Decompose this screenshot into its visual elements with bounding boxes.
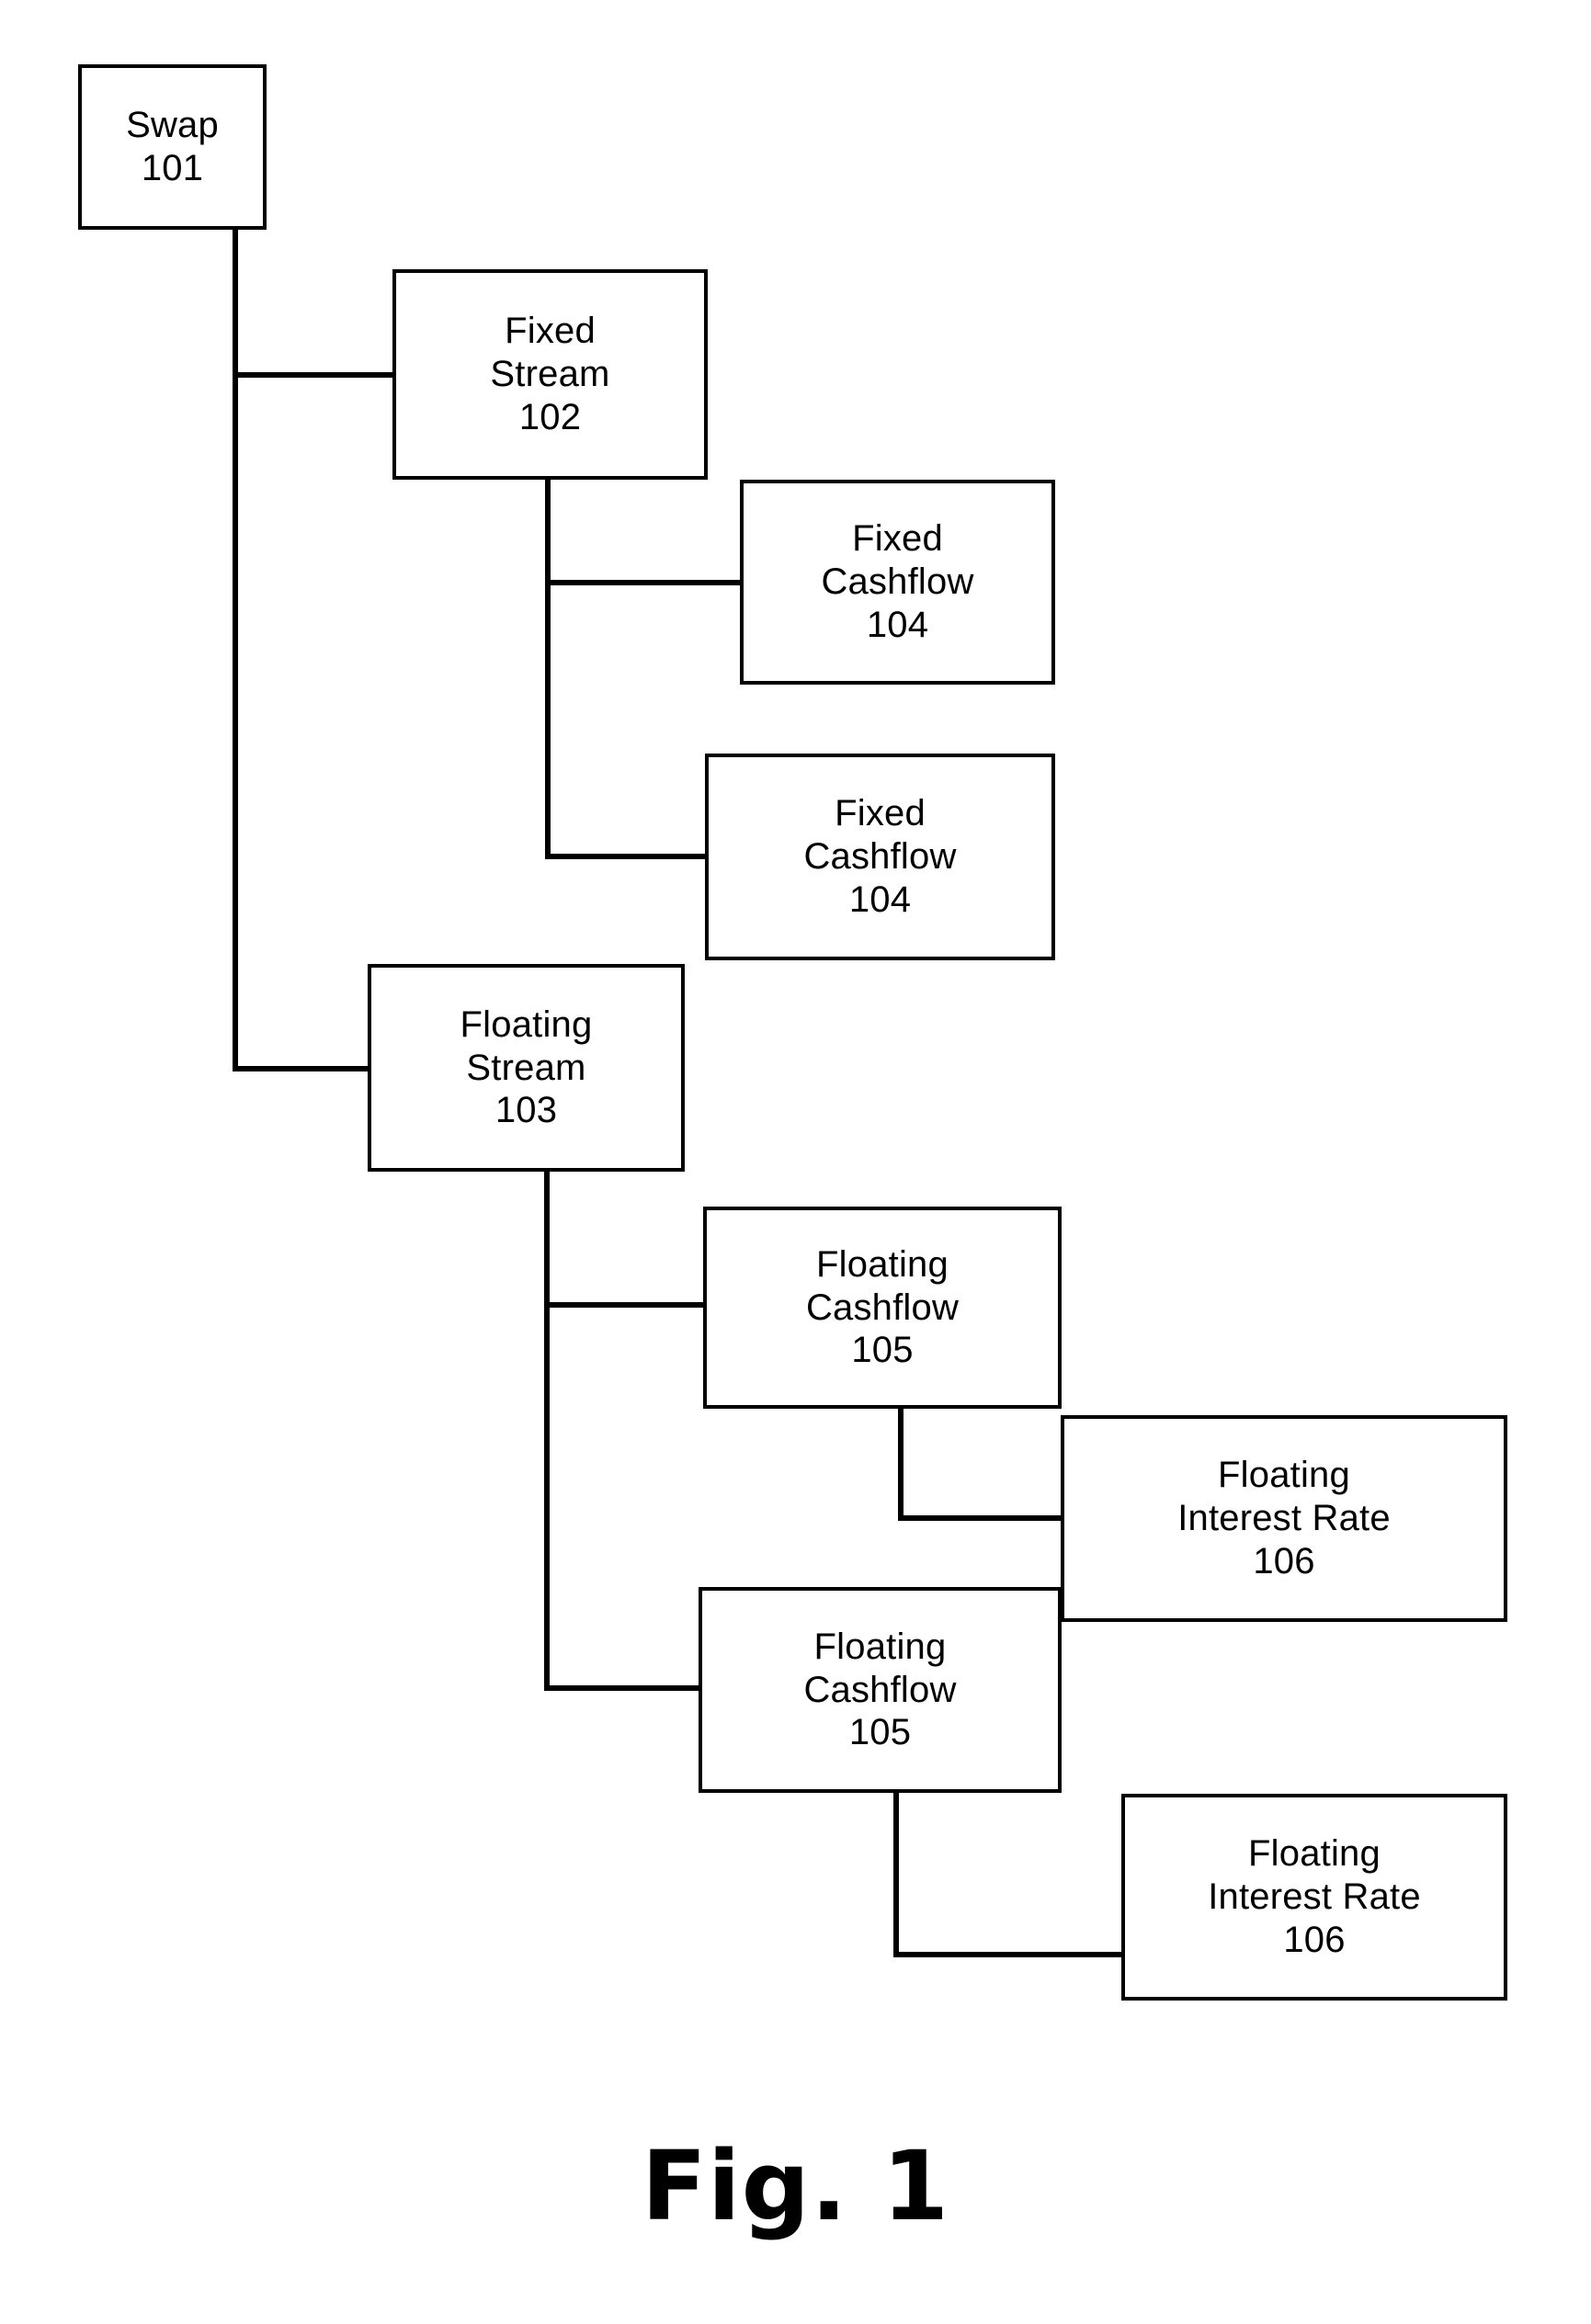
node-fixed-cashflow-2[interactable]: Fixed Cashflow 104 bbox=[705, 754, 1055, 960]
node-floating-cashflow-1-ref: 105 bbox=[851, 1330, 914, 1371]
edge-floating-stream-to-cashflow-2 bbox=[544, 1305, 699, 1691]
edge-floating-stream-to-cashflow-1 bbox=[544, 1172, 703, 1308]
node-floating-rate-2-ref: 106 bbox=[1283, 1919, 1346, 1960]
node-fixed-stream-ref: 102 bbox=[518, 396, 582, 437]
node-swap-ref: 101 bbox=[141, 148, 204, 188]
node-fixed-cashflow-2-title-1: Fixed bbox=[835, 793, 926, 834]
node-floating-rate-2-title-2: Interest Rate bbox=[1208, 1876, 1421, 1918]
edge-swap-to-floating-stream bbox=[233, 375, 368, 1071]
node-floating-cashflow-2[interactable]: Floating Cashflow 105 bbox=[699, 1587, 1062, 1793]
node-floating-cashflow-1-title-2: Cashflow bbox=[805, 1287, 960, 1328]
node-floating-stream-ref: 103 bbox=[494, 1090, 558, 1131]
node-floating-stream-title-1: Floating bbox=[460, 1003, 593, 1045]
node-floating-stream-title-2: Stream bbox=[466, 1047, 586, 1088]
patent-figure: Swap 101 Fixed Stream 102 Fixed Cashflow… bbox=[0, 0, 1591, 2324]
node-swap-title: Swap bbox=[126, 105, 219, 146]
edge-floating-cashflow-1-to-rate-1 bbox=[898, 1409, 1061, 1521]
node-floating-cashflow-2-title-1: Floating bbox=[813, 1626, 947, 1667]
node-fixed-cashflow-1-title-2: Cashflow bbox=[821, 561, 974, 603]
figure-caption: Fig. 1 bbox=[641, 2130, 950, 2242]
node-fixed-cashflow-1-title-1: Fixed bbox=[852, 518, 943, 560]
node-fixed-stream-title-2: Stream bbox=[490, 354, 610, 395]
node-floating-rate-1-title-2: Interest Rate bbox=[1177, 1498, 1391, 1539]
node-floating-rate-2-title-1: Floating bbox=[1248, 1833, 1381, 1875]
node-floating-cashflow-2-title-2: Cashflow bbox=[803, 1669, 957, 1710]
node-fixed-cashflow-2-title-2: Cashflow bbox=[803, 836, 957, 878]
node-floating-stream[interactable]: Floating Stream 103 bbox=[368, 964, 685, 1172]
node-fixed-cashflow-2-ref: 104 bbox=[848, 879, 912, 920]
node-floating-interest-rate-1[interactable]: Floating Interest Rate 106 bbox=[1061, 1415, 1507, 1622]
node-fixed-stream-title-1: Fixed bbox=[505, 311, 596, 352]
node-swap[interactable]: Swap 101 bbox=[78, 64, 267, 230]
node-floating-cashflow-1[interactable]: Floating Cashflow 105 bbox=[703, 1207, 1062, 1409]
edge-floating-cashflow-2-to-rate-2 bbox=[893, 1793, 1121, 1957]
edge-fixed-stream-to-cashflow-2 bbox=[545, 583, 705, 859]
edge-fixed-stream-to-cashflow-1 bbox=[545, 480, 740, 585]
node-floating-cashflow-2-ref: 105 bbox=[848, 1712, 912, 1753]
node-fixed-cashflow-1-ref: 104 bbox=[866, 604, 929, 645]
node-floating-rate-1-ref: 106 bbox=[1253, 1540, 1315, 1581]
edge-swap-to-fixed-stream bbox=[233, 230, 392, 378]
node-floating-cashflow-1-title-1: Floating bbox=[816, 1243, 949, 1285]
node-floating-interest-rate-2[interactable]: Floating Interest Rate 106 bbox=[1121, 1794, 1507, 2001]
node-fixed-stream[interactable]: Fixed Stream 102 bbox=[392, 269, 708, 480]
node-fixed-cashflow-1[interactable]: Fixed Cashflow 104 bbox=[740, 480, 1055, 685]
node-floating-rate-1-title-1: Floating bbox=[1218, 1455, 1350, 1496]
